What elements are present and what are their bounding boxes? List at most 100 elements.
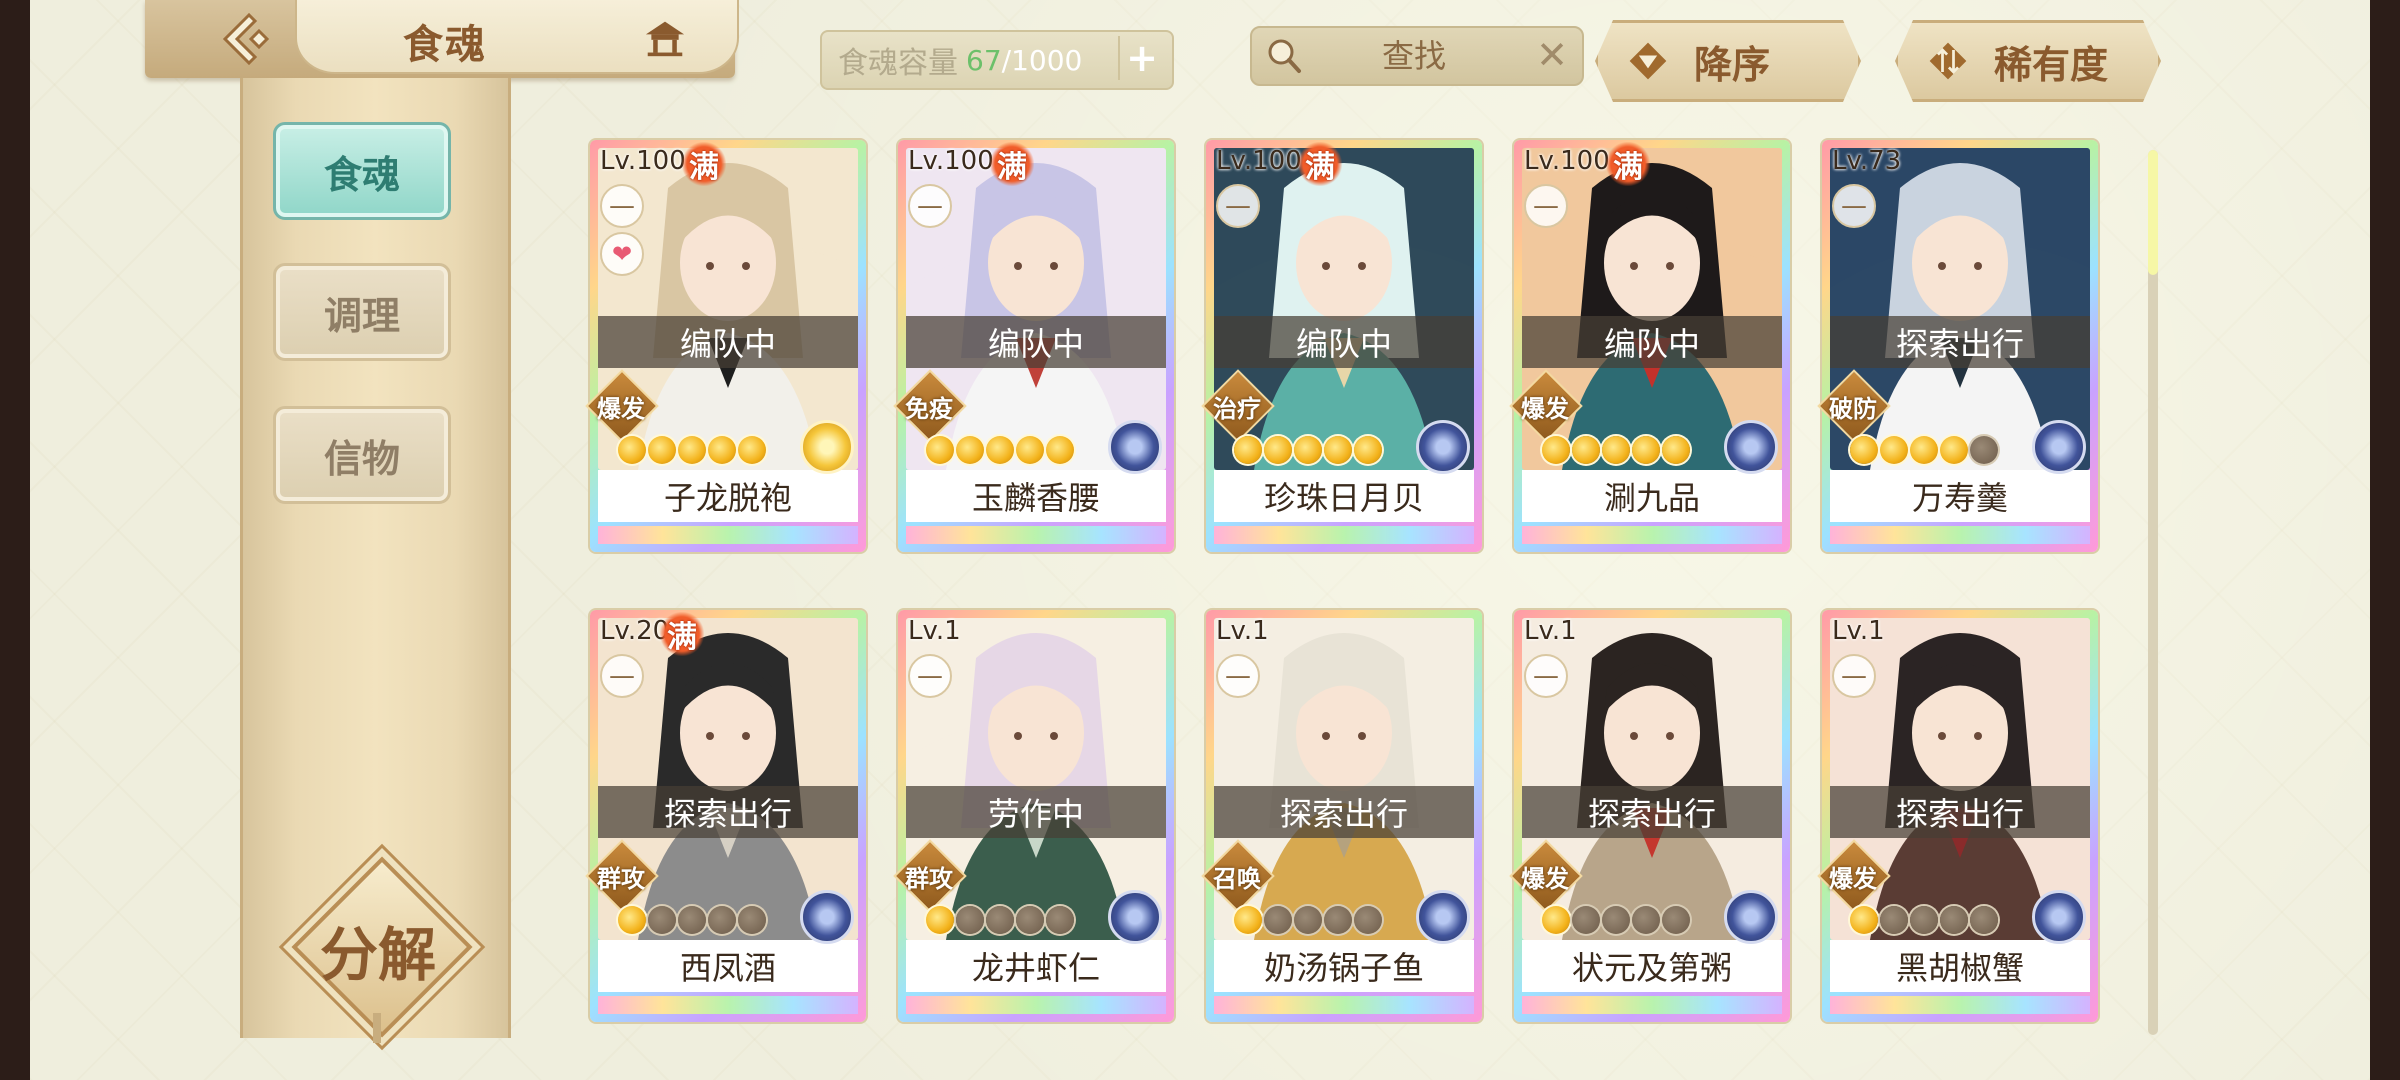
lock-toggle[interactable]: —	[908, 654, 952, 698]
descending-icon	[1624, 37, 1672, 85]
card-name: 奶汤锅子鱼	[1214, 940, 1474, 992]
star-icon	[956, 906, 984, 934]
element-emblem-icon	[800, 420, 854, 474]
card-status: 探索出行	[598, 786, 858, 838]
sort-rarity-button[interactable]: 稀有度	[1895, 20, 2161, 102]
card-name: 西凤酒	[598, 940, 858, 992]
star-icon	[1632, 436, 1660, 464]
star-icon	[1572, 436, 1600, 464]
sidebar-item-cooking[interactable]: 调理	[273, 263, 451, 361]
sidebar: 食魂 调理 信物 分解	[240, 78, 511, 1043]
star-icon	[1324, 436, 1352, 464]
star-icon	[1970, 436, 1998, 464]
star-icon	[1542, 436, 1570, 464]
lock-toggle[interactable]: —	[1216, 184, 1260, 228]
star-icon	[648, 906, 676, 934]
search-input[interactable]	[1312, 34, 1516, 78]
card-level: Lv.100	[1524, 146, 1610, 176]
lock-toggle[interactable]: —	[600, 184, 644, 228]
card-name: 状元及第粥	[1522, 940, 1782, 992]
star-icon	[986, 436, 1014, 464]
sort-order-button[interactable]: 降序	[1595, 20, 1861, 102]
sidebar-item-tokens[interactable]: 信物	[273, 406, 451, 504]
sidebar-item-food-souls[interactable]: 食魂	[273, 122, 451, 220]
star-icon	[926, 436, 954, 464]
star-icon	[708, 906, 736, 934]
scrollbar[interactable]	[2148, 150, 2158, 1035]
home-button[interactable]	[635, 12, 695, 64]
card-level: Lv.20	[600, 616, 670, 646]
food-soul-card[interactable]: 奶汤锅子鱼 Lv.1 — 探索出行 召唤	[1201, 610, 1482, 1022]
tassel-ornament	[373, 1013, 381, 1043]
game-screen: 食魂 食魂容量 67 /1000 + ✕ 降序	[30, 0, 2370, 1080]
rarity-bar	[906, 526, 1166, 544]
star-icon	[1910, 906, 1938, 934]
lock-toggle[interactable]: —	[1524, 184, 1568, 228]
heart-icon[interactable]: ❤	[600, 232, 644, 276]
star-icon	[926, 906, 954, 934]
star-icon	[1016, 906, 1044, 934]
sort-arrows-icon	[1924, 37, 1972, 85]
rarity-bar	[1214, 996, 1474, 1014]
role-badge: 爆发	[1509, 839, 1583, 913]
card-status: 劳作中	[906, 786, 1166, 838]
element-emblem-icon	[1108, 420, 1162, 474]
element-emblem-icon	[1416, 420, 1470, 474]
clear-search-button[interactable]: ✕	[1532, 32, 1572, 78]
star-icon	[1542, 906, 1570, 934]
star-icon	[1850, 906, 1878, 934]
lock-toggle[interactable]: —	[600, 654, 644, 698]
food-soul-card[interactable]: 西凤酒 Lv.20 满 — 探索出行 群攻	[585, 610, 866, 1022]
star-icon	[678, 906, 706, 934]
star-icon	[648, 436, 676, 464]
capacity-display: 食魂容量 67 /1000 +	[820, 30, 1174, 90]
food-soul-card[interactable]: 龙井虾仁 Lv.1 — 劳作中 群攻	[893, 610, 1174, 1022]
star-icon	[1324, 906, 1352, 934]
food-soul-card[interactable]: 涮九品 Lv.100 满 — 编队中 爆发	[1509, 140, 1790, 552]
food-soul-card[interactable]: 万寿羹 Lv.73 — 探索出行 破防	[1817, 140, 2098, 552]
lock-toggle[interactable]: —	[1832, 654, 1876, 698]
lock-toggle[interactable]: —	[1216, 654, 1260, 698]
star-icon	[1662, 436, 1690, 464]
food-soul-card[interactable]: 状元及第粥 Lv.1 — 探索出行 爆发	[1509, 610, 1790, 1022]
sort-rarity-label: 稀有度	[1994, 42, 2109, 87]
star-rating	[926, 436, 1074, 466]
role-label: 群攻	[905, 865, 953, 893]
role-label: 破防	[1829, 395, 1877, 423]
lock-toggle[interactable]: —	[1524, 654, 1568, 698]
scrollbar-thumb[interactable]	[2148, 150, 2158, 275]
food-soul-card[interactable]: 子龙脱袍 Lv.100 满 — ❤ 编队中 爆发	[585, 140, 866, 552]
star-icon	[1264, 906, 1292, 934]
card-level: Lv.73	[1832, 146, 1902, 176]
star-icon	[1910, 436, 1938, 464]
rarity-bar	[1214, 526, 1474, 544]
add-capacity-button[interactable]: +	[1118, 36, 1164, 80]
star-icon	[1602, 436, 1630, 464]
star-icon	[738, 436, 766, 464]
capacity-label: 食魂容量	[838, 46, 958, 81]
role-badge: 免疫	[893, 369, 967, 443]
search-box[interactable]: ✕	[1250, 26, 1584, 86]
star-icon	[1880, 906, 1908, 934]
decompose-label: 分解	[319, 921, 436, 989]
card-name: 黑胡椒蟹	[1830, 940, 2090, 992]
star-icon	[1850, 436, 1878, 464]
role-badge: 破防	[1817, 369, 1891, 443]
star-icon	[1632, 906, 1660, 934]
max-badge: 满	[1298, 142, 1342, 186]
star-rating	[1234, 436, 1382, 466]
back-button[interactable]	[185, 0, 305, 78]
card-status: 探索出行	[1830, 316, 2090, 368]
food-soul-grid: 子龙脱袍 Lv.100 满 — ❤ 编队中 爆发 玉麟香腰 Lv.100 满 —…	[585, 140, 2110, 1030]
lock-toggle[interactable]: —	[908, 184, 952, 228]
role-label: 治疗	[1213, 395, 1261, 423]
star-rating	[1542, 906, 1690, 936]
food-soul-card[interactable]: 玉麟香腰 Lv.100 满 — 编队中 免疫	[893, 140, 1174, 552]
food-soul-card[interactable]: 黑胡椒蟹 Lv.1 — 探索出行 爆发	[1817, 610, 2098, 1022]
lock-toggle[interactable]: —	[1832, 184, 1876, 228]
card-name: 珍珠日月贝	[1214, 470, 1474, 522]
food-soul-card[interactable]: 珍珠日月贝 Lv.100 满 — 编队中 治疗	[1201, 140, 1482, 552]
rarity-bar	[906, 996, 1166, 1014]
decompose-button[interactable]: 分解	[291, 856, 473, 1038]
star-icon	[1234, 436, 1262, 464]
